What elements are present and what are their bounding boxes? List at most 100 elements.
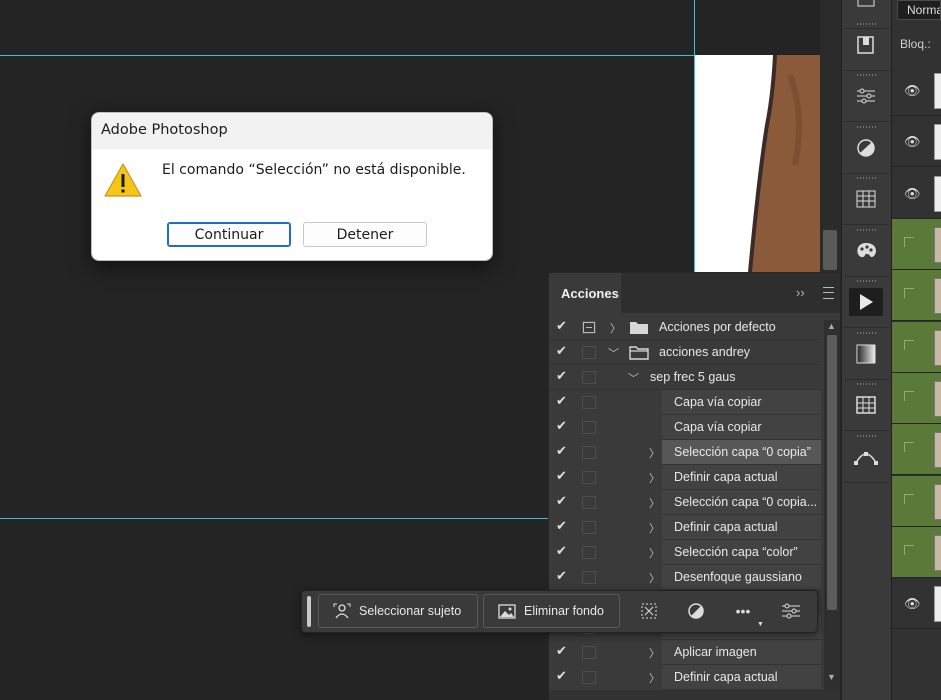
check-icon[interactable]: ✔ [556,493,567,509]
layer-row[interactable]: 👁 [892,116,941,167]
layer-row[interactable] [892,527,941,578]
action-step-row[interactable]: ✔ 〉 Desenfoque gaussiano [549,565,821,590]
layer-row[interactable]: 👁 [892,578,941,629]
dialog-toggle-icon[interactable] [582,496,596,509]
actions-scrollbar-thumb[interactable] [827,335,837,610]
check-icon[interactable]: ✔ [556,393,567,409]
actions-panel-icon[interactable] [843,277,889,328]
layer-row[interactable] [892,476,941,527]
adjustment-layer-icon[interactable] [685,600,707,622]
chevron-right-icon[interactable]: 〉 [649,645,660,661]
chevron-right-icon[interactable]: 〉 [649,470,660,486]
action-step-row[interactable]: ✔ 〉 Selección capa “0 copia... [549,490,821,515]
action-step-row[interactable]: ✔ Capa vía copiar [549,415,821,440]
tab-actions[interactable]: Acciones [549,273,621,313]
chevron-right-icon[interactable]: 〉 [649,520,660,536]
layer-row[interactable] [892,373,941,424]
dialog-toggle-icon[interactable] [582,521,596,534]
action-set-row[interactable]: ✔ ﹀ acciones andrey [549,340,821,365]
eye-icon[interactable]: 👁 [904,186,921,202]
layer-row[interactable] [892,270,941,321]
visibility-toggle[interactable] [904,340,914,350]
action-step-row[interactable]: ✔ 〉 Selección capa “color” [549,540,821,565]
chevron-right-icon[interactable]: 〉 [649,445,660,461]
dialog-toggle-icon[interactable] [582,396,596,409]
panel-menu-icon[interactable] [823,287,834,299]
blend-mode-select[interactable]: Normal [897,0,941,20]
action-label: Definir capa actual [674,470,778,484]
dialog-toggle-icon[interactable] [582,546,596,559]
chevron-right-icon[interactable]: 〉 [649,570,660,586]
settings-sliders-icon[interactable] [780,600,802,622]
stop-button[interactable]: Detener [303,222,427,247]
visibility-toggle[interactable] [904,442,914,452]
chevron-right-icon[interactable]: 〉 [649,670,660,686]
check-icon[interactable]: ✔ [556,543,567,559]
visibility-toggle[interactable] [904,237,914,247]
chevron-down-icon[interactable]: ﹀ [608,345,619,361]
action-step-row[interactable]: ✔ Capa vía copiar [549,390,821,415]
remove-background-button[interactable]: Eliminar fondo [483,594,620,628]
adjustments-panel-icon[interactable] [843,71,889,122]
libraries-panel-icon[interactable] [843,20,889,71]
action-set-row[interactable]: ✔ 〉 Acciones por defecto [549,315,821,340]
dialog-toggle-icon[interactable] [582,371,596,384]
dialog-toggle-icon[interactable] [582,346,596,359]
visibility-toggle[interactable] [904,288,914,298]
gradients-panel-icon[interactable] [843,329,889,380]
action-step-row[interactable]: ✔ 〉 Definir capa actual [549,465,821,490]
layer-row[interactable] [892,219,941,270]
action-step-row[interactable]: ✔ 〉 Aplicar imagen [549,640,821,665]
check-icon[interactable]: ✔ [556,643,567,659]
check-icon[interactable]: ✔ [556,343,567,359]
dialog-toggle-icon[interactable] [582,321,596,334]
action-step-row[interactable]: ✔ 〉 Selección capa “0 copia” [549,440,821,465]
check-icon[interactable]: ✔ [556,318,567,334]
dialog-toggle-icon[interactable] [582,571,596,584]
eye-icon[interactable]: 👁 [904,83,921,99]
check-icon[interactable]: ✔ [556,668,567,684]
chevron-right-icon[interactable]: 〉 [649,545,660,561]
eye-icon[interactable]: 👁 [904,596,921,612]
dialog-toggle-icon[interactable] [582,646,596,659]
visibility-toggle[interactable] [904,494,914,504]
color-panel-icon[interactable] [843,123,889,174]
check-icon[interactable]: ✔ [556,418,567,434]
select-subject-button[interactable]: Seleccionar sujeto [318,594,478,628]
dialog-toggle-icon[interactable] [582,446,596,459]
scroll-up-icon[interactable]: ▲ [827,321,836,331]
dialog-toggle-icon[interactable] [582,471,596,484]
patterns-panel-icon[interactable] [843,380,889,431]
layer-thumbnail [934,586,941,622]
check-icon[interactable]: ✔ [556,468,567,484]
visibility-toggle[interactable] [904,545,914,555]
check-icon[interactable]: ✔ [556,443,567,459]
canvas-scrollbar-thumb[interactable] [823,230,837,270]
collapse-panel-icon[interactable]: ›› [796,285,805,300]
visibility-toggle[interactable] [904,391,914,401]
eye-icon[interactable]: 👁 [904,134,921,150]
layer-row[interactable]: 👁 [892,168,941,219]
check-icon[interactable]: ✔ [556,518,567,534]
action-step-row[interactable]: ✔ 〉 Definir capa actual [549,515,821,540]
layer-row[interactable]: 👁 [892,65,941,116]
chevron-down-icon[interactable]: ﹀ [628,370,639,386]
check-icon[interactable]: ✔ [556,568,567,584]
chevron-right-icon[interactable]: 〉 [649,495,660,511]
action-row[interactable]: ✔ ﹀ sep frec 5 gaus [549,365,821,390]
paths-panel-icon[interactable] [843,432,889,483]
palette-panel-icon[interactable] [843,226,889,277]
chevron-right-icon[interactable]: 〉 [610,320,621,336]
taskbar-drag-handle[interactable] [307,596,311,627]
action-step-row[interactable]: ✔ 〉 Definir capa actual [549,665,821,690]
check-icon[interactable]: ✔ [556,368,567,384]
swatches-panel-icon[interactable] [843,174,889,225]
continue-button[interactable]: Continuar [167,222,291,247]
dialog-toggle-icon[interactable] [582,421,596,434]
more-options-icon[interactable]: ••• [732,600,754,622]
layer-row[interactable] [892,322,941,373]
scroll-down-icon[interactable]: ▼ [827,672,836,682]
transform-selection-icon[interactable] [638,600,660,622]
dialog-toggle-icon[interactable] [582,671,596,684]
layer-row[interactable] [892,424,941,475]
